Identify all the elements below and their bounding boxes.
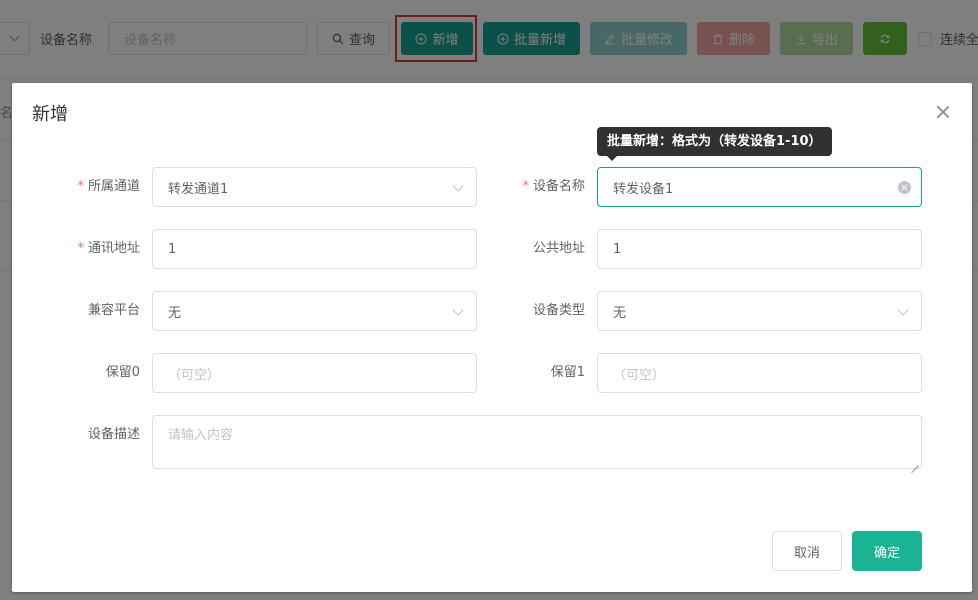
device-type-select[interactable]: 无: [597, 291, 922, 331]
tooltip-arrow: [607, 156, 617, 161]
reserved0-placeholder: （可空）: [168, 367, 221, 383]
chevron-down-icon: [897, 304, 909, 316]
chevron-down-icon: [452, 304, 464, 316]
channel-select[interactable]: 转发通道1: [152, 167, 477, 207]
reserved1-input[interactable]: （可空）: [597, 353, 922, 393]
device-type-select-value: 无: [613, 305, 627, 321]
confirm-button[interactable]: 确定: [852, 531, 922, 571]
platform-select-value: 无: [168, 305, 182, 321]
clear-icon[interactable]: [898, 181, 911, 194]
channel-label-text: 所属通道: [87, 179, 140, 194]
public-address-input[interactable]: 1: [597, 229, 922, 269]
resize-handle-icon[interactable]: [911, 458, 919, 466]
description-placeholder: 请输入内容: [168, 428, 234, 443]
required-asterisk: *: [77, 241, 84, 256]
reserved0-input[interactable]: （可空）: [152, 353, 477, 393]
comm-address-label: * 通讯地址: [20, 229, 140, 269]
add-device-dialog: 新增 * 所属通道 转发通道1 * 设备名称 转发设备1 * 通讯地址 1 公共地址 …: [12, 83, 972, 592]
device-name-input[interactable]: 转发设备1: [597, 167, 922, 207]
comm-address-input[interactable]: 1: [152, 229, 477, 269]
close-icon[interactable]: [934, 103, 952, 121]
comm-address-label-text: 通讯地址: [87, 241, 140, 256]
description-textarea[interactable]: 请输入内容: [152, 415, 922, 469]
reserved1-label: 保留1: [550, 365, 585, 380]
platform-label: 兼容平台: [87, 303, 140, 318]
channel-label: * 所属通道: [20, 167, 140, 207]
batch-add-tooltip: 批量新增：格式为（转发设备1-10）: [597, 127, 832, 161]
required-asterisk: *: [77, 179, 84, 194]
device-type-label: 设备类型: [532, 303, 585, 318]
device-name-label-text: 设备名称: [532, 179, 585, 194]
description-label: 设备描述: [87, 427, 140, 442]
dialog-title: 新增: [32, 104, 68, 125]
device-name-label: * 设备名称: [465, 167, 585, 207]
cancel-button[interactable]: 取消: [772, 531, 842, 571]
device-name-input-value: 转发设备1: [613, 181, 674, 197]
platform-select[interactable]: 无: [152, 291, 477, 331]
channel-select-value: 转发通道1: [168, 181, 229, 197]
required-asterisk: *: [522, 179, 529, 194]
chevron-down-icon: [452, 180, 464, 192]
reserved1-placeholder: （可空）: [613, 367, 666, 383]
public-address-label: 公共地址: [532, 241, 585, 256]
public-address-input-value: 1: [613, 241, 622, 257]
tooltip-text: 批量新增：格式为（转发设备1-10）: [607, 134, 822, 149]
comm-address-input-value: 1: [168, 241, 177, 257]
reserved0-label: 保留0: [105, 365, 140, 380]
